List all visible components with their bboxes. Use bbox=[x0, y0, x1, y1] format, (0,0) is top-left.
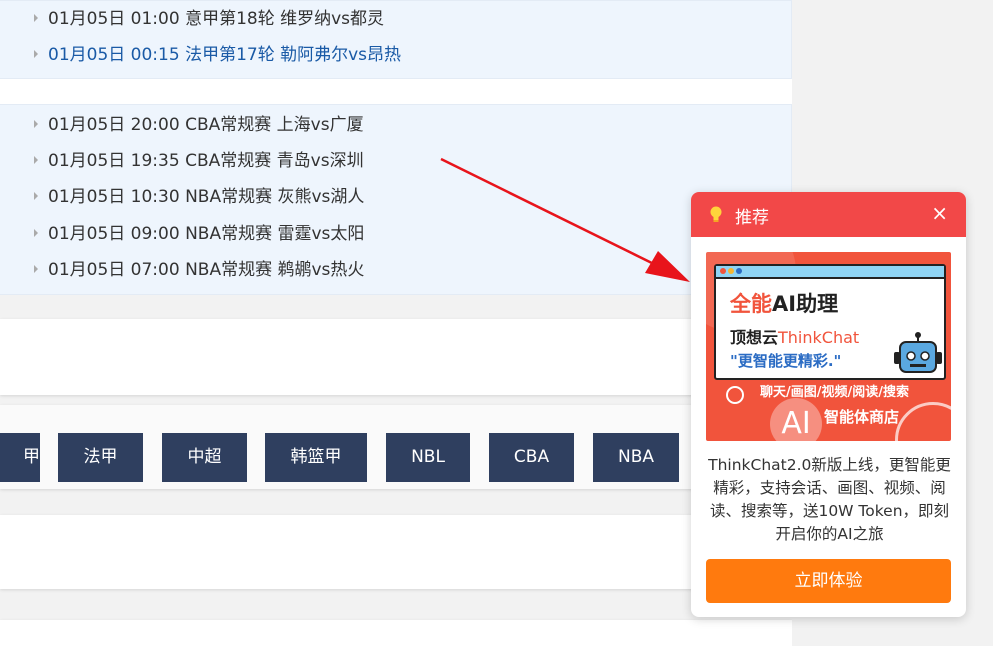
match-item[interactable]: 01月05日 09:00 NBA常规赛 雷霆vs太阳 bbox=[34, 216, 364, 252]
ai-badge: AI bbox=[770, 398, 822, 441]
decor-ring bbox=[895, 402, 951, 441]
match-item[interactable]: 01月05日 20:00 CBA常规赛 上海vs广厦 bbox=[34, 107, 364, 143]
tab-league[interactable]: 韩篮甲 bbox=[265, 433, 367, 482]
content-card bbox=[0, 319, 792, 395]
match-teams: 灰熊vs湖人 bbox=[277, 187, 365, 207]
close-icon[interactable]: × bbox=[931, 201, 948, 225]
match-league: NBA常规赛 bbox=[185, 260, 273, 280]
banner-features: 聊天/画图/视频/阅读/搜索 bbox=[760, 385, 909, 400]
match-league: 意甲第18轮 bbox=[185, 9, 275, 29]
match-league: NBA常规赛 bbox=[185, 187, 273, 207]
banner-brand: 顶想云ThinkChat bbox=[730, 328, 860, 347]
recommend-popup: 推荐 × 全能AI助理 顶想云ThinkChat "更智能更精彩." 聊天/画图… bbox=[691, 192, 966, 617]
bullet-icon bbox=[34, 50, 38, 58]
dot-icon bbox=[736, 268, 742, 274]
bullet-icon bbox=[34, 265, 38, 273]
match-item[interactable]: 01月05日 01:00 意甲第18轮 维罗纳vs都灵 bbox=[34, 1, 384, 37]
match-time: 01月05日 19:35 bbox=[48, 151, 180, 171]
banner-store: 智能体商店 bbox=[824, 408, 900, 426]
banner-screen: 全能AI助理 顶想云ThinkChat "更智能更精彩." bbox=[714, 264, 946, 380]
bullet-icon bbox=[34, 229, 38, 237]
match-teams: 勒阿弗尔vs昂热 bbox=[280, 45, 402, 65]
popup-header: 推荐 × bbox=[691, 192, 966, 237]
match-time: 01月05日 00:15 bbox=[48, 45, 180, 65]
match-league: CBA常规赛 bbox=[185, 151, 272, 171]
decor-ring bbox=[726, 386, 744, 404]
window-bar bbox=[716, 266, 944, 279]
match-time: 01月05日 20:00 bbox=[48, 115, 180, 135]
banner-headline: 全能AI助理 bbox=[730, 292, 839, 316]
tab-league[interactable]: 中超 bbox=[162, 433, 247, 482]
match-item[interactable]: 01月05日 00:15 法甲第17轮 勒阿弗尔vs昂热 bbox=[34, 37, 401, 73]
football-match-panel: 01月05日 01:00 意甲第18轮 维罗纳vs都灵 01月05日 00:15… bbox=[0, 0, 792, 79]
match-teams: 雷霆vs太阳 bbox=[277, 224, 365, 244]
promo-banner[interactable]: 全能AI助理 顶想云ThinkChat "更智能更精彩." 聊天/画图/视频/阅… bbox=[706, 252, 951, 441]
match-league: 法甲第17轮 bbox=[185, 45, 275, 65]
dot-icon bbox=[728, 268, 734, 274]
match-league: CBA常规赛 bbox=[185, 115, 272, 135]
section-gap bbox=[0, 79, 792, 104]
match-item[interactable]: 01月05日 19:35 CBA常规赛 青岛vs深圳 bbox=[34, 143, 364, 179]
content-card bbox=[0, 515, 792, 589]
lightbulb-icon bbox=[710, 206, 722, 222]
content-card bbox=[0, 620, 792, 646]
bullet-icon bbox=[34, 156, 38, 164]
match-time: 01月05日 01:00 bbox=[48, 9, 180, 29]
match-item[interactable]: 01月05日 07:00 NBA常规赛 鹈鹕vs热火 bbox=[34, 252, 364, 288]
bullet-icon bbox=[34, 14, 38, 22]
match-time: 01月05日 07:00 bbox=[48, 260, 180, 280]
match-teams: 维罗纳vs都灵 bbox=[280, 9, 385, 29]
match-time: 01月05日 10:30 bbox=[48, 187, 180, 207]
bullet-icon bbox=[34, 120, 38, 128]
banner-slogan: "更智能更精彩." bbox=[730, 352, 842, 370]
match-teams: 上海vs广厦 bbox=[276, 115, 364, 135]
robot-icon bbox=[894, 332, 942, 373]
tab-league[interactable]: NBL bbox=[386, 433, 470, 482]
match-league: NBA常规赛 bbox=[185, 224, 273, 244]
popup-description: ThinkChat2.0新版上线，更智能更精彩，支持会话、画图、视频、阅读、搜索… bbox=[708, 456, 951, 543]
tab-league[interactable]: NBA bbox=[593, 433, 679, 482]
basketball-match-panel: 01月05日 20:00 CBA常规赛 上海vs广厦 01月05日 19:35 … bbox=[0, 104, 792, 295]
tab-league[interactable]: 甲 bbox=[0, 433, 40, 482]
match-time: 01月05日 09:00 bbox=[48, 224, 180, 244]
bullet-icon bbox=[34, 192, 38, 200]
main-content: 01月05日 01:00 意甲第18轮 维罗纳vs都灵 01月05日 00:15… bbox=[0, 0, 792, 646]
try-now-button[interactable]: 立即体验 bbox=[706, 559, 951, 603]
popup-title: 推荐 bbox=[735, 208, 769, 228]
tab-league[interactable]: CBA bbox=[489, 433, 574, 482]
tab-league[interactable]: 法甲 bbox=[58, 433, 143, 482]
match-teams: 青岛vs深圳 bbox=[276, 151, 364, 171]
match-item[interactable]: 01月05日 10:30 NBA常规赛 灰熊vs湖人 bbox=[34, 179, 364, 215]
dot-icon bbox=[720, 268, 726, 274]
match-teams: 鹈鹕vs热火 bbox=[277, 260, 365, 280]
